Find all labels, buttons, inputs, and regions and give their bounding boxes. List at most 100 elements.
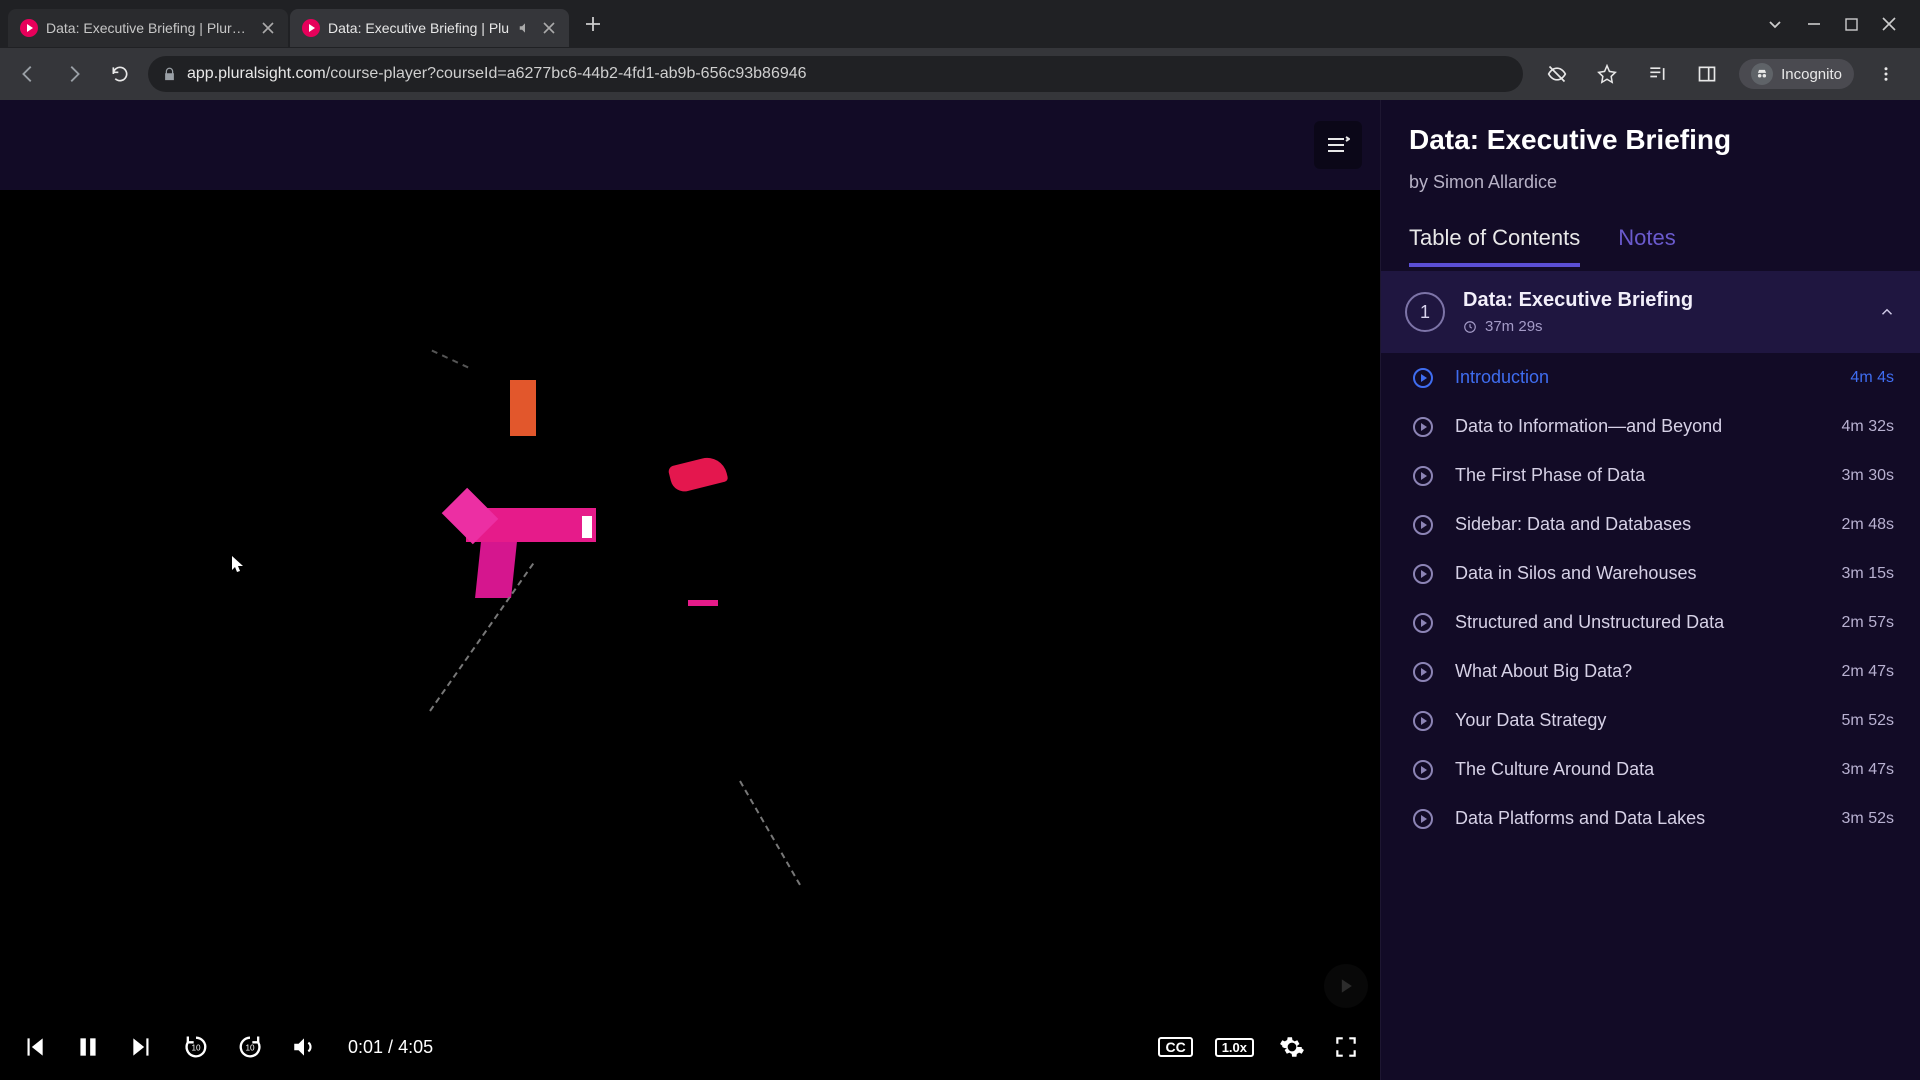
video-player[interactable]: 10 10 0:01 / 4:05 CC 1.0x bbox=[0, 190, 1380, 1080]
close-icon[interactable] bbox=[260, 20, 276, 36]
svg-text:10: 10 bbox=[191, 1044, 201, 1053]
play-indicator-icon bbox=[1413, 760, 1433, 780]
time-display: 0:01 / 4:05 bbox=[348, 1037, 433, 1058]
url-text: app.pluralsight.com/course-player?course… bbox=[187, 65, 807, 83]
lesson-row[interactable]: Data to Information—and Beyond 4m 32s bbox=[1381, 402, 1920, 451]
lesson-duration: 3m 30s bbox=[1842, 467, 1894, 485]
next-button[interactable] bbox=[126, 1031, 158, 1063]
lesson-row[interactable]: The First Phase of Data 3m 30s bbox=[1381, 451, 1920, 500]
lesson-list[interactable]: Introduction 4m 4s Data to Information—and… bbox=[1381, 353, 1920, 1080]
volume-button[interactable] bbox=[288, 1031, 320, 1063]
incognito-indicator[interactable]: Incognito bbox=[1739, 59, 1854, 89]
lesson-duration: 4m 4s bbox=[1850, 369, 1894, 387]
previous-button[interactable] bbox=[18, 1031, 50, 1063]
play-indicator-icon bbox=[1413, 809, 1433, 829]
fullscreen-button[interactable] bbox=[1330, 1031, 1362, 1063]
bookmark-star-icon[interactable] bbox=[1589, 56, 1625, 92]
tracking-off-icon[interactable] bbox=[1539, 56, 1575, 92]
svg-text:10: 10 bbox=[245, 1044, 255, 1053]
lesson-row[interactable]: Data in Silos and Warehouses 3m 15s bbox=[1381, 549, 1920, 598]
lesson-title: The First Phase of Data bbox=[1455, 465, 1820, 486]
settings-button[interactable] bbox=[1276, 1031, 1308, 1063]
toggle-sidebar-button[interactable] bbox=[1314, 121, 1362, 169]
floating-play-icon bbox=[1324, 964, 1368, 1008]
rewind-10-button[interactable]: 10 bbox=[180, 1031, 212, 1063]
pause-button[interactable] bbox=[72, 1031, 104, 1063]
play-indicator-icon bbox=[1413, 613, 1433, 633]
course-title: Data: Executive Briefing bbox=[1409, 124, 1892, 156]
reading-list-icon[interactable] bbox=[1639, 56, 1675, 92]
browser-toolbar: app.pluralsight.com/course-player?course… bbox=[0, 48, 1920, 100]
incognito-icon bbox=[1751, 63, 1773, 85]
course-sidebar: Data: Executive Briefing by Simon Allard… bbox=[1380, 100, 1920, 1080]
window-controls bbox=[1751, 16, 1912, 32]
play-indicator-icon bbox=[1413, 417, 1433, 437]
playback-speed-button[interactable]: 1.0x bbox=[1215, 1038, 1254, 1057]
lesson-row[interactable]: Introduction 4m 4s bbox=[1381, 353, 1920, 402]
lesson-duration: 2m 47s bbox=[1842, 663, 1894, 681]
play-indicator-icon bbox=[1413, 368, 1433, 388]
mouse-cursor-icon bbox=[232, 556, 246, 574]
maximize-button[interactable] bbox=[1845, 18, 1858, 31]
close-window-button[interactable] bbox=[1882, 17, 1896, 31]
back-button[interactable] bbox=[10, 56, 46, 92]
browser-menu-button[interactable] bbox=[1868, 56, 1904, 92]
video-pane: 10 10 0:01 / 4:05 CC 1.0x bbox=[0, 100, 1380, 1080]
browser-tab-active[interactable]: Data: Executive Briefing | Plu bbox=[290, 9, 569, 47]
browser-tab[interactable]: Data: Executive Briefing | Pluralsi bbox=[8, 9, 288, 47]
address-bar[interactable]: app.pluralsight.com/course-player?course… bbox=[148, 56, 1523, 92]
module-number: 1 bbox=[1405, 292, 1445, 332]
incognito-label: Incognito bbox=[1781, 66, 1842, 83]
lesson-duration: 2m 57s bbox=[1842, 614, 1894, 632]
new-tab-button[interactable] bbox=[577, 8, 609, 40]
tab-search-button[interactable] bbox=[1767, 16, 1783, 32]
chevron-up-icon[interactable] bbox=[1878, 303, 1896, 321]
closed-captions-button[interactable]: CC bbox=[1158, 1037, 1192, 1057]
pluralsight-favicon-icon bbox=[20, 19, 38, 37]
forward-10-button[interactable]: 10 bbox=[234, 1031, 266, 1063]
lesson-title: Data to Information—and Beyond bbox=[1455, 416, 1820, 437]
lesson-row[interactable]: What About Big Data? 2m 47s bbox=[1381, 647, 1920, 696]
lesson-duration: 4m 32s bbox=[1842, 418, 1894, 436]
side-panel-icon[interactable] bbox=[1689, 56, 1725, 92]
lesson-title: The Culture Around Data bbox=[1455, 759, 1820, 780]
close-icon[interactable] bbox=[541, 20, 557, 36]
pluralsight-favicon-icon bbox=[302, 19, 320, 37]
forward-button[interactable] bbox=[56, 56, 92, 92]
reload-button[interactable] bbox=[102, 56, 138, 92]
course-author: by Simon Allardice bbox=[1409, 172, 1892, 193]
lesson-duration: 3m 15s bbox=[1842, 565, 1894, 583]
lesson-title: Your Data Strategy bbox=[1455, 710, 1820, 731]
lesson-title: What About Big Data? bbox=[1455, 661, 1820, 682]
play-indicator-icon bbox=[1413, 466, 1433, 486]
sidebar-tabs: Table of Contents Notes bbox=[1381, 207, 1920, 267]
tab-toc[interactable]: Table of Contents bbox=[1409, 225, 1580, 267]
lock-icon bbox=[162, 67, 177, 82]
lesson-title: Data Platforms and Data Lakes bbox=[1455, 808, 1820, 829]
course-player-app: 10 10 0:01 / 4:05 CC 1.0x bbox=[0, 100, 1920, 1080]
tab-notes[interactable]: Notes bbox=[1618, 225, 1675, 267]
video-frame-still bbox=[0, 190, 1380, 1080]
module-header[interactable]: 1 Data: Executive Briefing 37m 29s bbox=[1381, 271, 1920, 353]
lesson-title: Structured and Unstructured Data bbox=[1455, 612, 1820, 633]
lesson-title: Sidebar: Data and Databases bbox=[1455, 514, 1820, 535]
audio-playing-icon[interactable] bbox=[517, 20, 533, 36]
video-topbar bbox=[0, 100, 1380, 190]
clock-icon bbox=[1463, 320, 1477, 334]
module-title: Data: Executive Briefing bbox=[1463, 289, 1860, 312]
course-header: Data: Executive Briefing by Simon Allard… bbox=[1381, 100, 1920, 207]
lesson-row[interactable]: Your Data Strategy5m 52s bbox=[1381, 696, 1920, 745]
lesson-title: Data in Silos and Warehouses bbox=[1455, 563, 1820, 584]
minimize-button[interactable] bbox=[1807, 17, 1821, 31]
lesson-row[interactable]: Data Platforms and Data Lakes3m 52s bbox=[1381, 794, 1920, 843]
play-indicator-icon bbox=[1413, 711, 1433, 731]
tab-title: Data: Executive Briefing | Pluralsi bbox=[46, 20, 252, 36]
play-indicator-icon bbox=[1413, 662, 1433, 682]
lesson-row[interactable]: Sidebar: Data and Databases2m 48s bbox=[1381, 500, 1920, 549]
lesson-title: Introduction bbox=[1455, 367, 1828, 388]
module-duration: 37m 29s bbox=[1485, 318, 1543, 335]
lesson-row[interactable]: Structured and Unstructured Data 2m 57s bbox=[1381, 598, 1920, 647]
tab-title: Data: Executive Briefing | Plu bbox=[328, 20, 509, 36]
lesson-duration: 3m 47s bbox=[1842, 761, 1894, 779]
lesson-row[interactable]: The Culture Around Data 3m 47s bbox=[1381, 745, 1920, 794]
